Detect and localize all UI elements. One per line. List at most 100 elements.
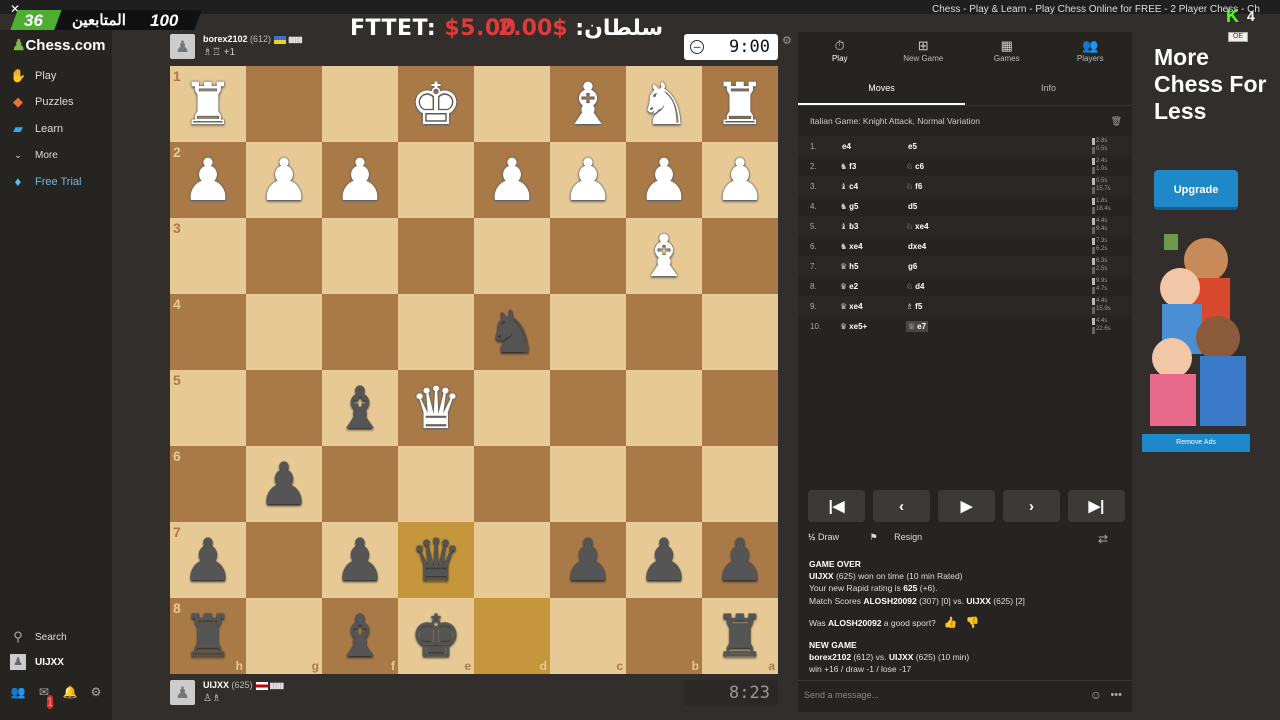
square-b8[interactable]: b <box>626 598 702 674</box>
square-a7[interactable]: ♟ <box>702 522 778 598</box>
square-g7[interactable] <box>246 522 322 598</box>
white-move[interactable]: ♞ xe4 <box>840 242 863 251</box>
square-h3[interactable]: 3 <box>170 218 246 294</box>
square-b7[interactable]: ♟ <box>626 522 702 598</box>
square-g3[interactable] <box>246 218 322 294</box>
square-f4[interactable] <box>322 294 398 370</box>
black-move[interactable]: g6 <box>906 262 917 271</box>
white-rook-icon[interactable]: ♜ <box>714 75 766 133</box>
square-b3[interactable]: ♝ <box>626 218 702 294</box>
avatar[interactable]: ♟ <box>170 34 195 59</box>
white-move[interactable]: ♛ e2 <box>840 282 858 291</box>
black-queen-icon[interactable]: ♛ <box>410 531 462 589</box>
gear-icon[interactable]: ⚙ <box>88 684 104 700</box>
black-king-icon[interactable]: ♚ <box>410 607 462 665</box>
black-move[interactable]: e5 <box>906 142 917 151</box>
friends-icon[interactable]: 👥 <box>10 684 26 700</box>
black-rook-icon[interactable]: ♜ <box>182 607 234 665</box>
black-pawn-icon[interactable]: ♟ <box>334 531 386 589</box>
white-move[interactable]: ♞ f3 <box>840 162 856 171</box>
upgrade-button[interactable]: Upgrade <box>1154 170 1238 210</box>
square-g2[interactable]: ♟ <box>246 142 322 218</box>
black-move[interactable]: ♘ xe4 <box>906 222 929 231</box>
bell-icon[interactable]: 🔔 <box>62 684 78 700</box>
white-pawn-icon[interactable]: ♟ <box>562 151 614 209</box>
square-h8[interactable]: 8 h ♜ <box>170 598 246 674</box>
chat-input[interactable]: Send a message... ☺ ••• <box>798 680 1132 710</box>
square-d2[interactable]: ♟ <box>474 142 550 218</box>
white-pawn-icon[interactable]: ♟ <box>182 151 234 209</box>
remove-ads-link[interactable]: Remove Ads <box>1142 434 1250 452</box>
white-bishop-icon[interactable]: ♝ <box>562 75 614 133</box>
square-d3[interactable] <box>474 218 550 294</box>
square-h7[interactable]: 7 ♟ <box>170 522 246 598</box>
square-f3[interactable] <box>322 218 398 294</box>
black-pawn-icon[interactable]: ♟ <box>714 531 766 589</box>
white-move[interactable]: ♛ xe5+ <box>840 322 867 331</box>
more-options-icon[interactable]: ••• <box>1110 689 1122 701</box>
top-player-name[interactable]: borex2102 (612) ▮▮▮▮ <box>203 34 303 44</box>
black-pawn-icon[interactable]: ♟ <box>562 531 614 589</box>
thumbs-up-icon[interactable]: 👍 <box>944 617 958 629</box>
square-f6[interactable] <box>322 446 398 522</box>
square-f5[interactable]: ♝ <box>322 370 398 446</box>
draw-button[interactable]: ½ Draw <box>808 532 853 542</box>
square-g4[interactable] <box>246 294 322 370</box>
white-move[interactable]: ♝ c4 <box>840 182 858 191</box>
square-d5[interactable] <box>474 370 550 446</box>
first-move-button[interactable]: |◀ <box>808 490 865 522</box>
square-c2[interactable]: ♟ <box>550 142 626 218</box>
square-h5[interactable]: 5 <box>170 370 246 446</box>
tab-play[interactable]: ⏱ Play <box>798 32 882 72</box>
next-move-button[interactable]: › <box>1003 490 1060 522</box>
square-a2[interactable]: ♟ <box>702 142 778 218</box>
square-d8[interactable]: d <box>474 598 550 674</box>
sidebar-user[interactable]: ♟ UIJXX <box>10 652 110 672</box>
square-g1[interactable] <box>246 66 322 142</box>
square-h1[interactable]: 1 ♜ <box>170 66 246 142</box>
square-b4[interactable] <box>626 294 702 370</box>
white-pawn-icon[interactable]: ♟ <box>334 151 386 209</box>
square-b1[interactable]: ♞ <box>626 66 702 142</box>
black-bishop-icon[interactable]: ♝ <box>334 607 386 665</box>
flip-board-icon[interactable]: ⇄ <box>1098 532 1108 546</box>
square-b5[interactable] <box>626 370 702 446</box>
square-e2[interactable] <box>398 142 474 218</box>
black-move[interactable]: ♘ f6 <box>906 182 922 191</box>
tab-moves[interactable]: Moves <box>798 72 965 105</box>
white-king-icon[interactable]: ♚ <box>410 75 462 133</box>
white-pawn-icon[interactable]: ♟ <box>638 151 690 209</box>
square-g6[interactable]: ♟ <box>246 446 322 522</box>
square-c5[interactable] <box>550 370 626 446</box>
white-knight-icon[interactable]: ♞ <box>638 75 690 133</box>
square-a8[interactable]: a ♜ <box>702 598 778 674</box>
resign-button[interactable]: ⚑ Resign <box>870 532 937 542</box>
square-a3[interactable] <box>702 218 778 294</box>
chess-board[interactable]: 1 ♜ ♚ ♝ ♞ ♜ 2 ♟ ♟ ♟ ♟ ♟ ♟ ♟ 3 ♝ 4 ♞ 5 ♝ ♛ 6 ♟ 7 ♟ ♟ ♛ ♟ ♟ ♟ 8 h ♜ g f ♝ e ♚ d c… <box>170 66 778 674</box>
black-pawn-icon[interactable]: ♟ <box>258 455 310 513</box>
square-a5[interactable] <box>702 370 778 446</box>
tab-info[interactable]: Info <box>965 72 1132 105</box>
black-move[interactable]: ♗ f5 <box>906 302 922 311</box>
square-h6[interactable]: 6 <box>170 446 246 522</box>
sidebar-item-play[interactable]: ✋ Play <box>10 66 110 86</box>
bottom-player-name[interactable]: UIJXX (625) ▮▮▮▮ <box>203 680 284 690</box>
last-move-button[interactable]: ▶| <box>1068 490 1125 522</box>
square-c8[interactable]: c <box>550 598 626 674</box>
square-f8[interactable]: f ♝ <box>322 598 398 674</box>
white-rook-icon[interactable]: ♜ <box>182 75 234 133</box>
white-move[interactable]: ♛ xe4 <box>840 302 863 311</box>
square-a6[interactable] <box>702 446 778 522</box>
sidebar-item-free-trial[interactable]: ♦ Free Trial <box>10 172 110 192</box>
emoji-icon[interactable]: ☺ <box>1090 688 1102 702</box>
square-b2[interactable]: ♟ <box>626 142 702 218</box>
black-move[interactable]: d5 <box>906 202 917 211</box>
sidebar-item-more[interactable]: ⌄ More <box>10 145 110 165</box>
tab-new-game[interactable]: ⊞ New Game <box>882 32 966 72</box>
black-move[interactable]: dxe4 <box>906 242 926 251</box>
square-e6[interactable] <box>398 446 474 522</box>
square-h4[interactable]: 4 <box>170 294 246 370</box>
board-settings-gear-icon[interactable]: ⚙ <box>782 34 792 47</box>
chesscom-logo[interactable]: ♟Chess.com <box>12 36 106 54</box>
black-bishop-icon[interactable]: ♝ <box>334 379 386 437</box>
